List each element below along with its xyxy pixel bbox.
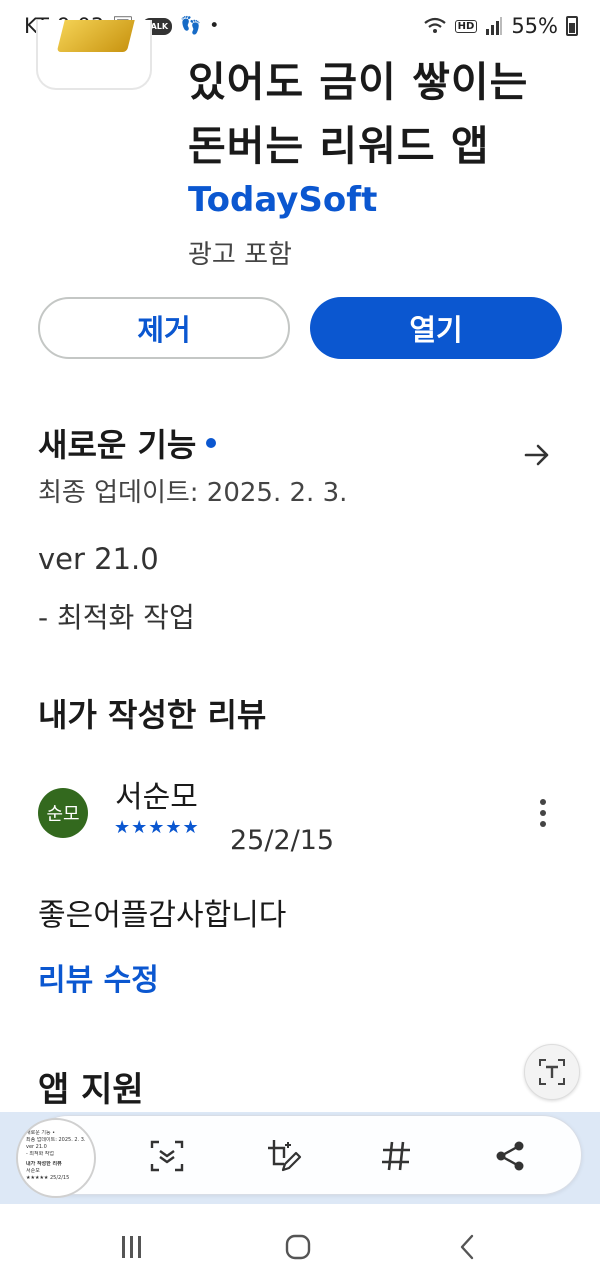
share-icon [496,1141,524,1171]
battery-percent: 55% [511,14,558,38]
new-indicator-dot [206,438,217,448]
status-right: HD 55% [423,14,578,38]
home-shape [285,1234,311,1260]
whats-new-heading[interactable]: 새로운 기능 [38,420,217,466]
app-icon [36,20,152,90]
steps-notification-icon: 👣 [180,15,202,36]
version-text: ver 21.0 [38,542,159,576]
share-button[interactable] [490,1136,530,1176]
home-icon[interactable] [283,1232,313,1262]
wifi-icon [423,17,446,33]
uninstall-button[interactable]: 제거 [38,297,290,359]
back-chevron [460,1234,474,1260]
review-date: 25/2/15 [230,825,335,856]
app-support-heading[interactable]: 앱 지원 [38,1062,144,1111]
text-extract-icon [539,1059,565,1085]
open-button[interactable]: 열기 [310,297,562,359]
last-update-text: 최종 업데이트: 2025. 2. 3. [38,478,348,508]
screenshot-thumbnail[interactable]: 새로운 기능 • 최종 업데이트: 2025. 2. 3. ver 21.0 -… [16,1118,96,1198]
contains-ads-label: 광고 포함 [188,240,292,270]
crop-draw-icon [268,1140,302,1172]
more-notifications-dot-icon: • [209,15,220,36]
signal-icon [486,17,503,35]
my-review-heading: 내가 작성한 리뷰 [38,696,267,734]
developer-link[interactable]: TodaySoft [188,180,377,220]
edit-review-link[interactable]: 리뷰 수정 [38,955,159,999]
recent-apps-icon[interactable] [116,1232,146,1262]
reviewer-name: 서순모 [115,780,198,815]
text-extract-button[interactable] [524,1044,580,1100]
avatar: 순모 [38,788,88,838]
app-title-line-2: 돈버는 리워드 앱 [188,122,490,170]
back-icon[interactable] [452,1232,482,1262]
gold-bar-icon [56,20,138,52]
hd-voice-icon: HD [454,19,478,33]
app-title-line-1: 있어도 금이 쌓이는 [188,58,529,106]
draw-edit-button[interactable] [262,1136,302,1176]
review-body: 좋은어플감사합니다 [38,898,287,933]
star-rating: ★★★★★ [114,817,200,838]
hashtag-button[interactable] [376,1136,416,1176]
scroll-capture-button[interactable] [147,1136,187,1176]
scroll-capture-icon [150,1140,184,1172]
arrow-right-icon[interactable] [522,440,552,470]
hashtag-icon [382,1141,410,1171]
app-title: 있어도 금이 쌓이는 돈버는 리워드 앱 [188,50,578,178]
battery-icon [566,16,578,36]
whats-new-title: 새로운 기능 [38,426,197,464]
change-note: - 최적화 작업 [38,601,195,634]
more-options-icon[interactable] [528,795,558,831]
